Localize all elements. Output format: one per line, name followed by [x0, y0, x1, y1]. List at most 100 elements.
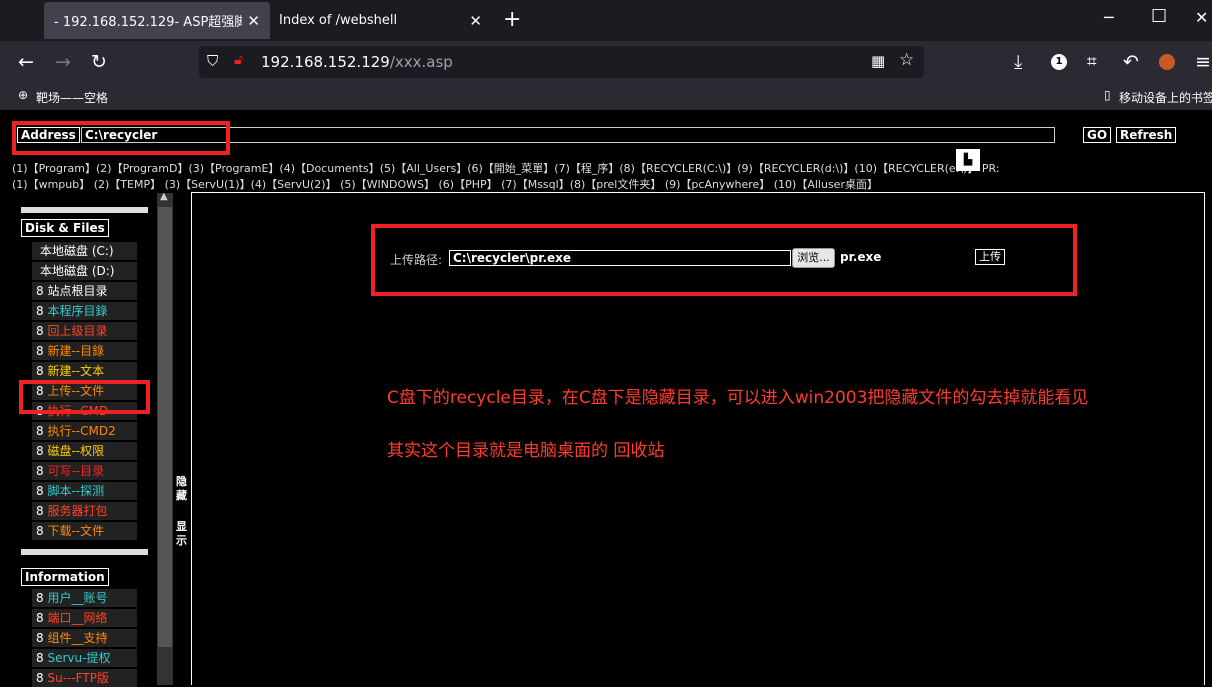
mobile-bookmarks[interactable]: 移动设备上的书签: [1119, 89, 1212, 106]
minimize-icon[interactable]: ─: [1104, 8, 1114, 27]
menu-icon[interactable]: ≡: [1195, 51, 1211, 73]
sidebar-item[interactable]: 8 Su---FTP版: [32, 669, 137, 687]
item-bullet: 8: [36, 304, 44, 318]
url-bar[interactable]: ⛉ 🔓︎ 192.168.152.129/xxx.asp ▦ ☆: [199, 46, 924, 78]
qr-code-icon[interactable]: ▦: [871, 52, 885, 70]
image-icon[interactable]: ▙: [956, 149, 980, 171]
url-text: 192.168.152.129/xxx.asp: [261, 53, 453, 71]
item-label: 下载--文件: [47, 524, 105, 538]
maximize-icon[interactable]: ☐: [1151, 6, 1167, 27]
item-bullet: 8: [36, 324, 44, 338]
sidebar-item[interactable]: 8 脚本--探测: [32, 482, 137, 500]
avatar[interactable]: [1159, 54, 1175, 70]
item-bullet: 8: [36, 671, 44, 685]
item-bullet: 8: [36, 364, 44, 378]
quick-links-row2[interactable]: (1)【wmpub】 (2)【TEMP】 (3)【ServU(1)】(4)【Se…: [12, 176, 878, 192]
annotation-box-upload: [19, 380, 150, 414]
divider: [21, 207, 148, 213]
main-panel: 上传路径: C:\recycler\pr.exe 浏览... pr.exe 上传…: [191, 192, 1205, 685]
bookmark-item[interactable]: 靶场——空格: [36, 89, 108, 106]
sidebar-item[interactable]: 8 磁盘--权限: [32, 442, 137, 460]
item-label: 本程序目錄: [47, 304, 108, 318]
tab-active[interactable]: - 192.168.152.129- ASP超强脚本店 ✕: [44, 2, 270, 39]
insecure-lock-icon[interactable]: 🔓︎: [234, 52, 243, 68]
drive-d[interactable]: 本地磁盘 (D:): [32, 262, 137, 280]
item-bullet: 8: [36, 444, 44, 458]
webshell-page: Address C:\recycler GO Refresh (1)【Progr…: [0, 110, 1212, 687]
sidebar-item[interactable]: 8 端口__网络: [32, 609, 137, 627]
new-tab-icon[interactable]: +: [503, 8, 521, 32]
shield-icon[interactable]: ⛉: [207, 52, 218, 70]
item-label: 可写--目录: [47, 464, 105, 478]
sidebar-item[interactable]: 8 可写--目录: [32, 462, 137, 480]
annotation-note-2: 其实这个目录就是电脑桌面的 回收站: [387, 441, 665, 461]
item-label: 回上级目录: [47, 324, 108, 338]
sidebar-item[interactable]: 8 下载--文件: [32, 522, 137, 540]
scroll-thumb[interactable]: [158, 207, 172, 647]
sidebar-item[interactable]: 8 组件__支持: [32, 629, 137, 647]
toggle-hide[interactable]: 隐藏: [176, 475, 190, 503]
download-icon[interactable]: ⤓: [1014, 51, 1022, 73]
item-bullet: 8: [36, 424, 44, 438]
item-bullet: 8: [36, 504, 44, 518]
toggle-show[interactable]: 显示: [176, 520, 190, 548]
sidebar-scrollbar[interactable]: ▲: [157, 191, 173, 685]
refresh-button[interactable]: Refresh: [1116, 127, 1177, 143]
annotation-box-upload-form: [371, 224, 1077, 296]
bookmark-star-icon[interactable]: ☆: [899, 50, 914, 70]
forward-icon[interactable]: →: [55, 51, 71, 73]
item-label: 新建--目錄: [47, 344, 105, 358]
back-icon[interactable]: ←: [18, 51, 34, 73]
divider: [21, 549, 148, 555]
tab-bar: - 192.168.152.129- ASP超强脚本店 ✕ Index of /…: [0, 0, 1212, 41]
go-button[interactable]: GO: [1083, 127, 1112, 143]
close-tab-icon[interactable]: ✕: [469, 12, 482, 30]
item-bullet: 8: [36, 484, 44, 498]
item-bullet: 8: [36, 344, 44, 358]
undo-icon[interactable]: ↶: [1123, 51, 1139, 73]
sidebar-item[interactable]: 8 用户__账号: [32, 589, 137, 607]
item-bullet: 8: [36, 284, 44, 298]
extension-badge-icon[interactable]: 1: [1051, 54, 1067, 70]
sidebar-item[interactable]: 8 执行--CMD2: [32, 422, 137, 440]
item-label: 脚本--探测: [47, 484, 105, 498]
information-header: Information: [21, 568, 109, 586]
crop-icon[interactable]: ⌗: [1087, 51, 1097, 73]
item-bullet: 8: [36, 524, 44, 538]
quick-links-row1[interactable]: (1)【Program】(2)【ProgramD】(3)【ProgramE】(4…: [12, 160, 1000, 176]
sidebar-item[interactable]: 8 服务器打包: [32, 502, 137, 520]
item-label: 用户__账号: [47, 591, 108, 605]
item-label: 服务器打包: [47, 504, 108, 518]
sidebar: Disk & Files 本地磁盘 (C:) 本地磁盘 (D:) 8 站点根目录…: [16, 203, 176, 687]
sidebar-item[interactable]: 8 新建--文本: [32, 362, 137, 380]
sidebar-item[interactable]: 8 回上级目录: [32, 322, 137, 340]
close-tab-icon[interactable]: ✕: [247, 12, 260, 30]
tab-title: - 192.168.152.129- ASP超强脚本店: [54, 15, 242, 30]
item-label: Su---FTP版: [47, 671, 109, 685]
sidebar-item[interactable]: 8 Servu-提权: [32, 649, 137, 667]
item-label: 执行--CMD2: [47, 424, 116, 438]
reload-icon[interactable]: ↻: [91, 51, 107, 73]
item-bullet: 8: [36, 591, 44, 605]
item-label: 站点根目录: [47, 284, 108, 298]
sidebar-item[interactable]: 8 本程序目錄: [32, 302, 137, 320]
item-bullet: 8: [36, 611, 44, 625]
disk-files-header: Disk & Files: [21, 219, 109, 237]
annotation-box-address: [12, 121, 230, 155]
annotation-note-1: C盘下的recycle目录，在C盘下是隐藏目录，可以进入win2003把隐藏文件…: [387, 388, 1089, 408]
item-label: 新建--文本: [47, 364, 105, 378]
item-label: 组件__支持: [47, 631, 108, 645]
sidebar-item[interactable]: 8 站点根目录: [32, 282, 137, 300]
tab-inactive[interactable]: Index of /webshell ✕: [270, 0, 492, 41]
scroll-up-icon[interactable]: ▲: [160, 191, 168, 202]
nav-bar: ← → ↻ ⛉ 🔓︎ 192.168.152.129/xxx.asp ▦ ☆ ⤓…: [0, 41, 1212, 83]
tab-title: Index of /webshell: [279, 13, 398, 28]
item-bullet: 8: [36, 631, 44, 645]
sidebar-item[interactable]: 8 新建--目錄: [32, 342, 137, 360]
close-window-icon[interactable]: ✕: [1195, 8, 1208, 27]
globe-icon: ⊕: [18, 88, 29, 102]
item-bullet: 8: [36, 651, 44, 665]
item-label: Servu-提权: [47, 651, 111, 665]
drive-c[interactable]: 本地磁盘 (C:): [32, 242, 137, 260]
item-label: 端口__网络: [47, 611, 108, 625]
